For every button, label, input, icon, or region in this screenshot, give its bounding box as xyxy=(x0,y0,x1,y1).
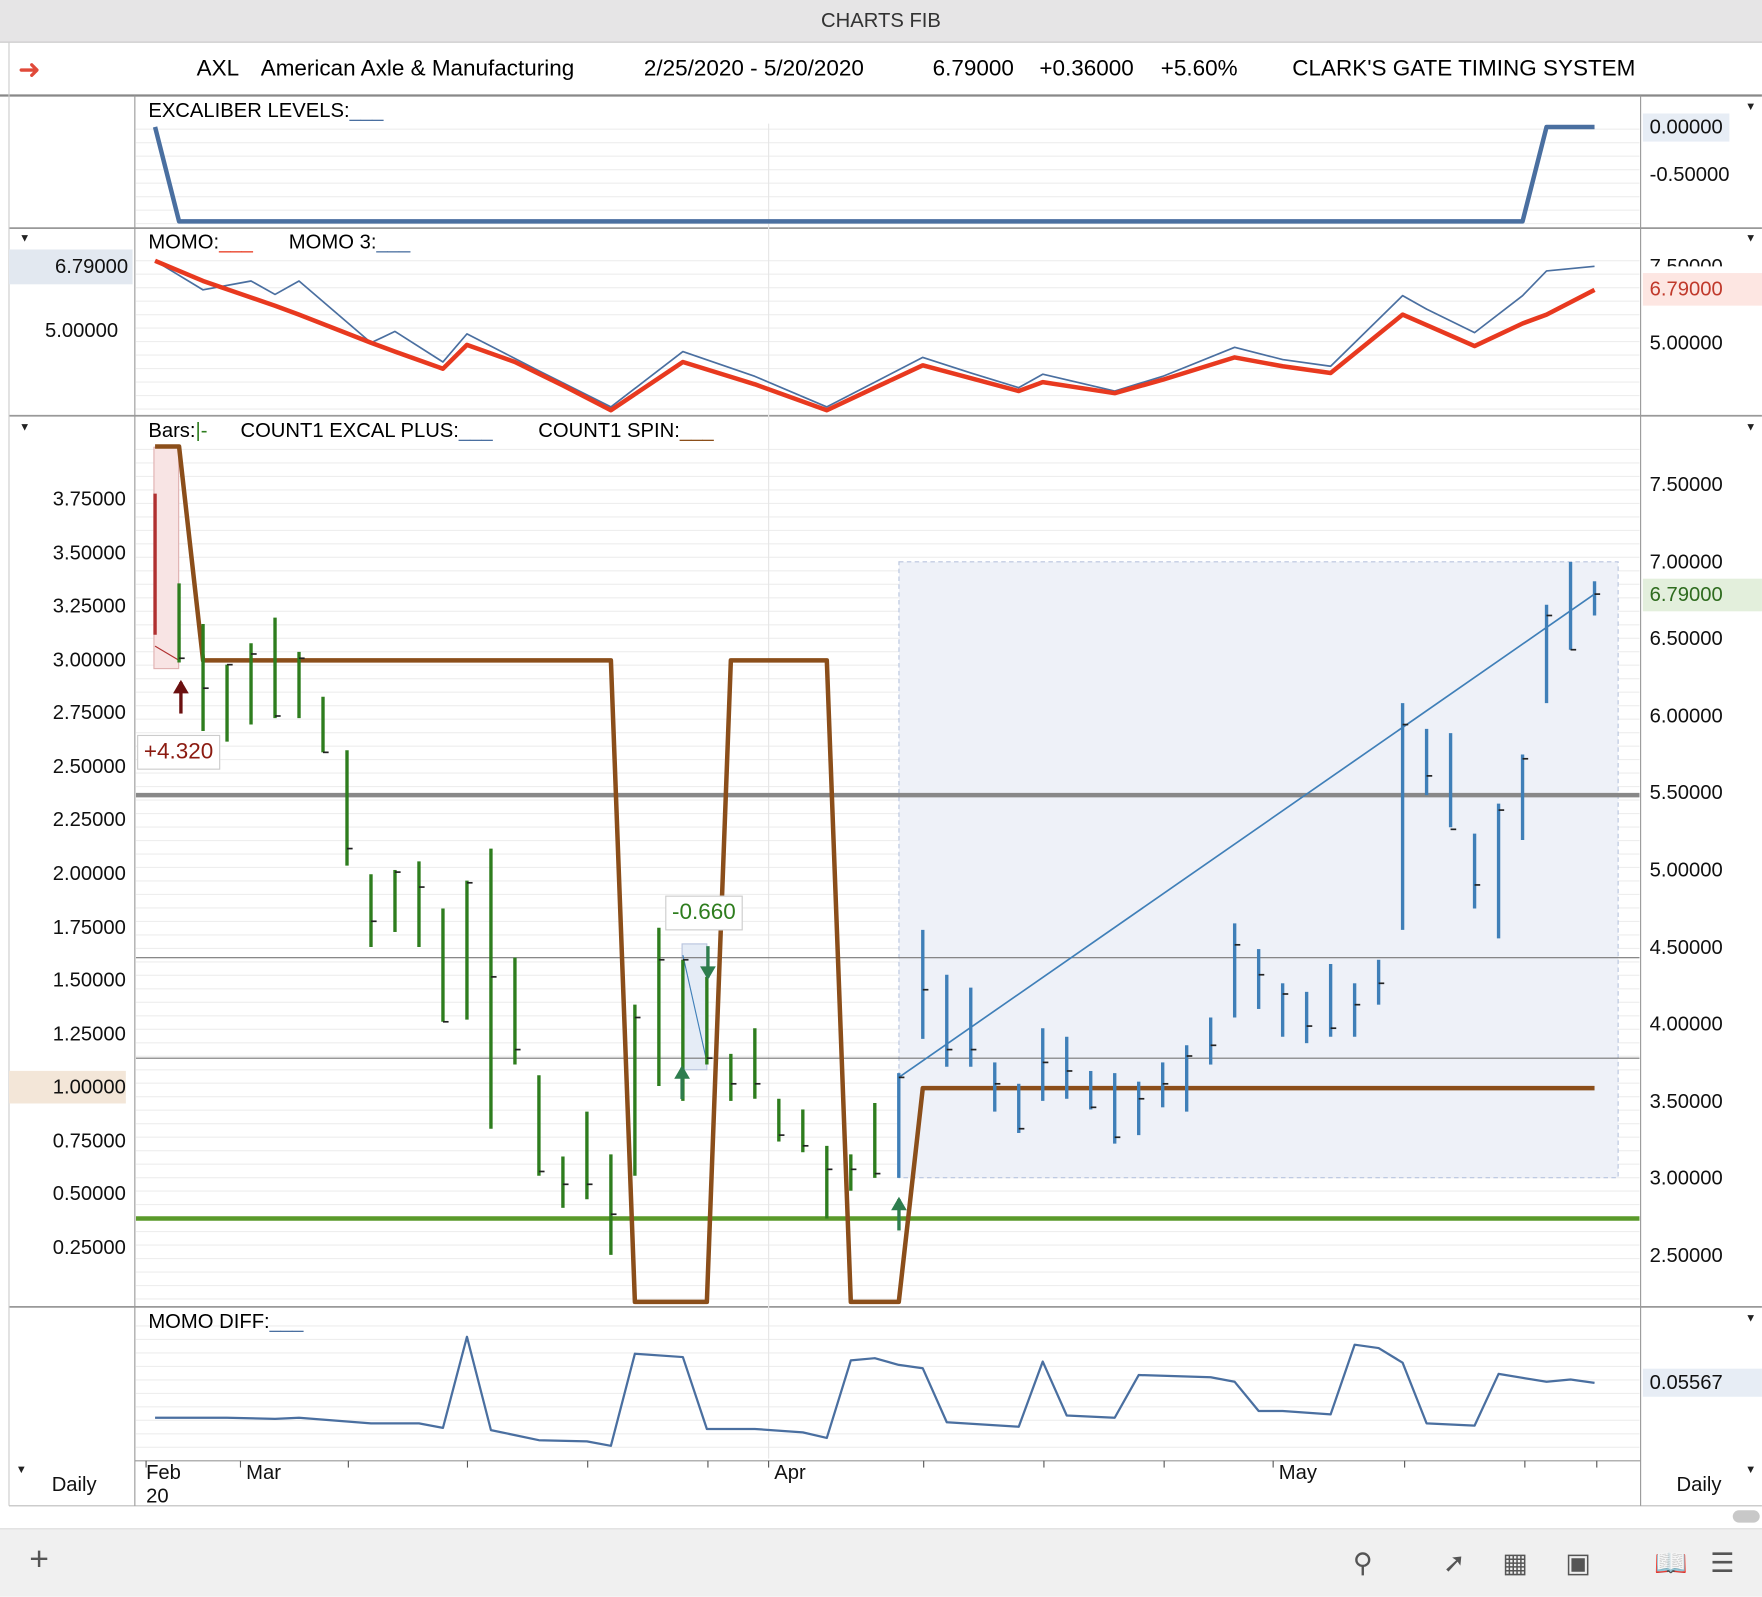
main-left-tick: 3.50000 xyxy=(52,541,126,564)
main-right-tick: 4.50000 xyxy=(1649,935,1723,959)
main-left-tick: 3.25000 xyxy=(52,594,126,618)
panel-menu-icon[interactable]: ▼ xyxy=(1745,1312,1756,1324)
interval-menu-icon[interactable]: ▼ xyxy=(1745,1464,1756,1476)
main-left-tick: 1.50000 xyxy=(52,968,126,992)
main-left-tick: 3.75000 xyxy=(52,487,126,511)
interval-right[interactable]: Daily xyxy=(1677,1473,1722,1497)
momo-line xyxy=(154,258,1596,413)
main-left-tick: 1.25000 xyxy=(52,1022,126,1045)
momo-label: MOMO:___ xyxy=(148,230,253,253)
main-left-tick: 2.25000 xyxy=(52,808,126,831)
chart-line-icon[interactable]: ➚ xyxy=(1443,1547,1466,1580)
momo-right-tick: 5.00000 xyxy=(1649,331,1723,354)
main-right-tick: 3.50000 xyxy=(1649,1089,1723,1113)
chart-canvas[interactable] xyxy=(0,0,1762,1596)
panel-menu-icon[interactable]: ▼ xyxy=(1745,101,1756,113)
panel-layout-icon[interactable]: ▣ xyxy=(1565,1547,1590,1580)
main-left-tick: 0.75000 xyxy=(52,1129,126,1152)
main-right-tick: 7.00000 xyxy=(1649,550,1723,573)
spin-label: COUNT1 SPIN:___ xyxy=(538,419,714,442)
main-right-tick: 2.50000 xyxy=(1649,1243,1723,1267)
panel-menu-icon[interactable]: ▼ xyxy=(19,233,30,245)
bars-label: Bars:|- xyxy=(148,419,208,442)
annotation-down: -0.660 xyxy=(665,895,743,931)
main-left-tick: 0.25000 xyxy=(52,1236,126,1259)
momo-right-current: 6.79000 xyxy=(1642,273,1762,306)
count1-label: COUNT1 EXCAL PLUS:___ xyxy=(240,419,493,442)
main-right-tick: 6.00000 xyxy=(1649,704,1723,727)
momo3-label: MOMO 3:___ xyxy=(288,230,411,253)
main-left-tick: 2.50000 xyxy=(52,754,126,778)
charts-window: CHARTS FIB ➜ AXL American Axle & Manufac… xyxy=(0,0,1762,1597)
x-label-may: May xyxy=(1278,1460,1317,1484)
main-right-tick: 5.50000 xyxy=(1649,781,1723,804)
excal-label: EXCALIBER LEVELS:___ xyxy=(148,98,384,122)
add-icon[interactable]: + xyxy=(29,1541,49,1579)
x-label-mar: Mar xyxy=(246,1460,281,1484)
arrow-up-icon xyxy=(891,1196,907,1211)
grid-icon[interactable]: ▦ xyxy=(1502,1547,1527,1580)
diff-label: MOMO DIFF:___ xyxy=(148,1310,304,1333)
x-label-feb: Feb xyxy=(146,1460,181,1484)
excal-tick: 0.00000 xyxy=(1642,113,1730,142)
main-left-tick: 1.75000 xyxy=(52,915,126,938)
diff-right-current: 0.05567 xyxy=(1642,1368,1762,1397)
excal-tick: -0.50000 xyxy=(1649,162,1730,186)
main-left-tick: 0.50000 xyxy=(52,1182,126,1206)
main-right-tick: 4.00000 xyxy=(1649,1012,1723,1036)
book-icon[interactable]: 📖 xyxy=(1654,1547,1688,1580)
main-left-tick: 1.00000 xyxy=(8,1071,126,1104)
projection-box xyxy=(898,561,1619,1179)
panel-menu-icon[interactable]: ▼ xyxy=(1745,233,1756,245)
momo-right-tick: 7.50000 xyxy=(1650,255,1723,266)
main-right-tick: 5.00000 xyxy=(1649,858,1723,881)
interval-menu-icon[interactable]: ▼ xyxy=(16,1464,27,1476)
main-right-tick: 7.50000 xyxy=(1649,473,1723,496)
main-left-tick: 3.00000 xyxy=(52,648,126,671)
main-left-tick: 2.00000 xyxy=(52,861,126,885)
bottom-toolbar: + ⚲ ➚ ▦ ▣ 📖 ☰ xyxy=(0,1528,1762,1597)
horizontal-scrollbar[interactable] xyxy=(1732,1510,1760,1523)
panel-menu-icon[interactable]: ▼ xyxy=(19,421,30,433)
main-left-tick: 2.75000 xyxy=(52,701,126,724)
x-label-apr: Apr xyxy=(774,1460,806,1484)
momo-left-tick: 5.00000 xyxy=(44,319,119,342)
interval-left[interactable]: Daily xyxy=(52,1473,97,1497)
x-label-year: 20 xyxy=(146,1484,169,1507)
highlight-box xyxy=(153,446,180,670)
search-icon[interactable]: ⚲ xyxy=(1353,1547,1373,1580)
panel-menu-icon[interactable]: ▼ xyxy=(1745,421,1756,433)
main-right-tick: 6.50000 xyxy=(1649,627,1723,650)
main-right-current: 6.79000 xyxy=(1642,578,1762,612)
momo-left-current: 6.79000 xyxy=(8,249,133,285)
menu-icon[interactable]: ☰ xyxy=(1710,1547,1734,1580)
annotation-up: +4.320 xyxy=(137,734,220,770)
excal-line xyxy=(152,124,1595,224)
main-right-tick: 3.00000 xyxy=(1649,1166,1723,1190)
arrow-up-icon xyxy=(173,679,189,694)
